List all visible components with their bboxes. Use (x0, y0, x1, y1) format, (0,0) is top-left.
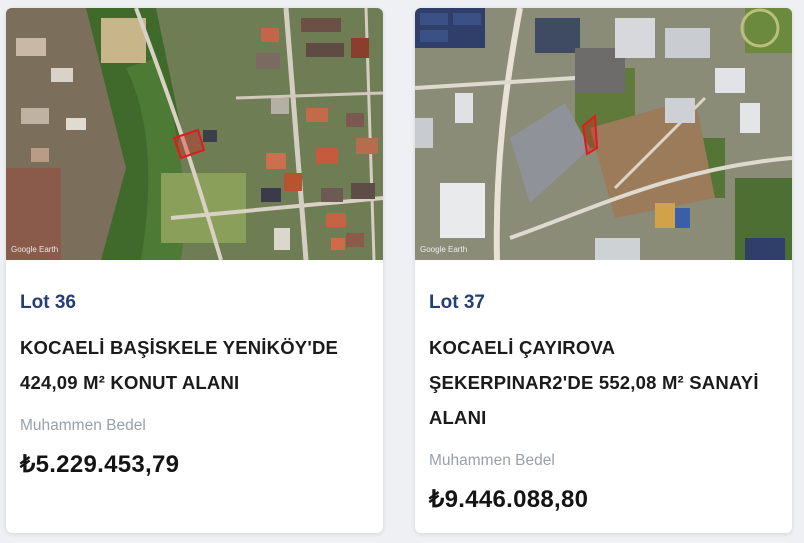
listing-title-line: KOCAELİ ÇAYIROVA (429, 337, 616, 358)
map-watermark: Google Earth (420, 245, 467, 254)
map-watermark: Google Earth (11, 245, 58, 254)
listing-title-line: ŞEKERPINAR2'DE 552,08 M² SANAYİ (429, 372, 759, 393)
lot-number: Lot 36 (20, 292, 76, 313)
listing-title-line: ALANI (429, 407, 487, 428)
price-value: ₺5.229.453,79 (20, 451, 180, 478)
listing-title[interactable]: KOCAELİ BAŞİSKELE YENİKÖY'DE 424,09 M² K… (20, 330, 369, 400)
listing-title-line: KOCAELİ BAŞİSKELE YENİKÖY'DE (20, 337, 339, 358)
satellite-map-illustration: Google Earth (6, 8, 383, 260)
listing-card-lot-36[interactable]: Google Earth Lot 36 KOCAELİ BAŞİSKELE YE… (6, 8, 383, 533)
satellite-map-image[interactable]: Google Earth (6, 8, 383, 260)
price-label: Muhammen Bedel (20, 417, 146, 434)
listing-card-lot-37[interactable]: Google Earth Lot 37 KOCAELİ ÇAYIROVA ŞEK… (415, 8, 792, 533)
price-label: Muhammen Bedel (429, 452, 555, 469)
listing-title-line: 424,09 M² KONUT ALANI (20, 372, 240, 393)
lot-number: Lot 37 (429, 292, 485, 313)
satellite-map-illustration: Google Earth (415, 8, 792, 260)
satellite-map-image[interactable]: Google Earth (415, 8, 792, 260)
listing-title[interactable]: KOCAELİ ÇAYIROVA ŞEKERPINAR2'DE 552,08 M… (429, 330, 778, 435)
price-value: ₺9.446.088,80 (429, 486, 589, 513)
